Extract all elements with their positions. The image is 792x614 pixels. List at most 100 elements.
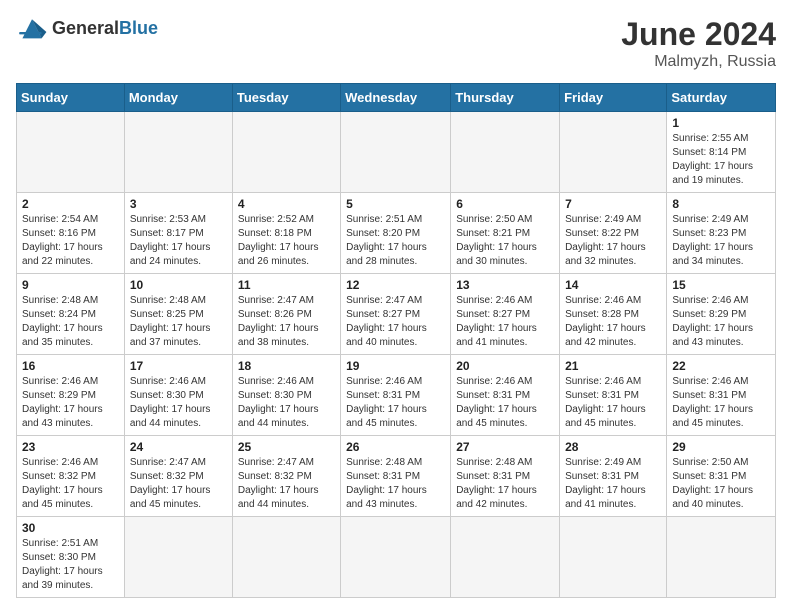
calendar-day-cell: 16 Sunrise: 2:46 AM Sunset: 8:29 PM Dayli… <box>17 355 125 436</box>
day-info: Sunrise: 2:46 AM Sunset: 8:31 PM Dayligh… <box>672 375 770 431</box>
day-info: Sunrise: 2:46 AM Sunset: 8:31 PM Dayligh… <box>346 375 445 431</box>
day-info: Sunrise: 2:46 AM Sunset: 8:29 PM Dayligh… <box>672 294 770 350</box>
calendar-week-row: 2Sunrise: 2:54 AM Sunset: 8:16 PM Daylig… <box>17 193 776 274</box>
logo: GeneralBlue <box>16 16 158 40</box>
calendar-day-cell: 22 Sunrise: 2:46 AM Sunset: 8:31 PM Dayli… <box>667 355 776 436</box>
calendar-day-cell: 5Sunrise: 2:51 AM Sunset: 8:20 PM Daylig… <box>341 193 451 274</box>
calendar-day-cell <box>451 517 560 598</box>
day-number: 30 <box>22 521 119 535</box>
day-info: Sunrise: 2:51 AM Sunset: 8:30 PM Dayligh… <box>22 537 119 593</box>
day-info: Sunrise: 2:46 AM Sunset: 8:31 PM Dayligh… <box>456 375 554 431</box>
day-info: Sunrise: 2:50 AM Sunset: 8:31 PM Dayligh… <box>672 456 770 512</box>
calendar-day-cell: 21Sunrise: 2:46 AM Sunset: 8:31 PM Dayli… <box>560 355 667 436</box>
day-info: Sunrise: 2:46 AM Sunset: 8:27 PM Dayligh… <box>456 294 554 350</box>
day-number: 15 <box>672 278 770 292</box>
calendar-day-cell <box>560 112 667 193</box>
calendar-day-cell: 8 Sunrise: 2:49 AM Sunset: 8:23 PM Daylig… <box>667 193 776 274</box>
day-info: Sunrise: 2:46 AM Sunset: 8:32 PM Dayligh… <box>22 456 119 512</box>
day-number: 16 <box>22 359 119 373</box>
day-info: Sunrise: 2:49 AM Sunset: 8:23 PM Dayligh… <box>672 213 770 269</box>
weekday-header: Tuesday <box>232 84 340 112</box>
calendar-day-cell <box>17 112 125 193</box>
calendar-day-cell <box>232 517 340 598</box>
day-info: Sunrise: 2:55 AM Sunset: 8:14 PM Dayligh… <box>672 132 770 188</box>
day-number: 29 <box>672 440 770 454</box>
day-number: 17 <box>130 359 227 373</box>
calendar-day-cell: 15 Sunrise: 2:46 AM Sunset: 8:29 PM Dayli… <box>667 274 776 355</box>
weekday-header-row: SundayMondayTuesdayWednesdayThursdayFrid… <box>17 84 776 112</box>
calendar-day-cell: 1 Sunrise: 2:55 AM Sunset: 8:14 PM Daylig… <box>667 112 776 193</box>
day-number: 27 <box>456 440 554 454</box>
day-info: Sunrise: 2:51 AM Sunset: 8:20 PM Dayligh… <box>346 213 445 269</box>
day-info: Sunrise: 2:46 AM Sunset: 8:28 PM Dayligh… <box>565 294 661 350</box>
calendar-day-cell: 23 Sunrise: 2:46 AM Sunset: 8:32 PM Dayli… <box>17 436 125 517</box>
calendar-day-cell: 29 Sunrise: 2:50 AM Sunset: 8:31 PM Dayli… <box>667 436 776 517</box>
day-number: 25 <box>238 440 335 454</box>
day-number: 23 <box>22 440 119 454</box>
day-number: 2 <box>22 197 119 211</box>
day-info: Sunrise: 2:46 AM Sunset: 8:30 PM Dayligh… <box>238 375 335 431</box>
calendar-day-cell: 4 Sunrise: 2:52 AM Sunset: 8:18 PM Daylig… <box>232 193 340 274</box>
calendar-day-cell: 28 Sunrise: 2:49 AM Sunset: 8:31 PM Dayli… <box>560 436 667 517</box>
calendar-day-cell: 7 Sunrise: 2:49 AM Sunset: 8:22 PM Daylig… <box>560 193 667 274</box>
day-info: Sunrise: 2:47 AM Sunset: 8:26 PM Dayligh… <box>238 294 335 350</box>
day-number: 10 <box>130 278 227 292</box>
day-info: Sunrise: 2:48 AM Sunset: 8:31 PM Dayligh… <box>346 456 445 512</box>
title-block: June 2024 Malmyzh, Russia <box>621 16 776 71</box>
day-info: Sunrise: 2:49 AM Sunset: 8:31 PM Dayligh… <box>565 456 661 512</box>
day-number: 3 <box>130 197 227 211</box>
day-number: 14 <box>565 278 661 292</box>
day-number: 18 <box>238 359 335 373</box>
weekday-header: Sunday <box>17 84 125 112</box>
day-info: Sunrise: 2:50 AM Sunset: 8:21 PM Dayligh… <box>456 213 554 269</box>
day-number: 8 <box>672 197 770 211</box>
calendar-day-cell: 25 Sunrise: 2:47 AM Sunset: 8:32 PM Dayli… <box>232 436 340 517</box>
day-info: Sunrise: 2:46 AM Sunset: 8:29 PM Dayligh… <box>22 375 119 431</box>
calendar-day-cell: 2Sunrise: 2:54 AM Sunset: 8:16 PM Daylig… <box>17 193 125 274</box>
calendar-day-cell <box>341 517 451 598</box>
day-info: Sunrise: 2:48 AM Sunset: 8:24 PM Dayligh… <box>22 294 119 350</box>
day-number: 24 <box>130 440 227 454</box>
calendar-day-cell <box>124 517 232 598</box>
calendar-day-cell: 17 Sunrise: 2:46 AM Sunset: 8:30 PM Dayli… <box>124 355 232 436</box>
day-number: 7 <box>565 197 661 211</box>
calendar-day-cell: 10Sunrise: 2:48 AM Sunset: 8:25 PM Dayli… <box>124 274 232 355</box>
calendar-day-cell: 19 Sunrise: 2:46 AM Sunset: 8:31 PM Dayli… <box>341 355 451 436</box>
day-number: 19 <box>346 359 445 373</box>
calendar-week-row: 9 Sunrise: 2:48 AM Sunset: 8:24 PM Daylig… <box>17 274 776 355</box>
calendar-title: June 2024 <box>621 16 776 53</box>
weekday-header: Thursday <box>451 84 560 112</box>
calendar-week-row: 16 Sunrise: 2:46 AM Sunset: 8:29 PM Dayli… <box>17 355 776 436</box>
day-info: Sunrise: 2:53 AM Sunset: 8:17 PM Dayligh… <box>130 213 227 269</box>
day-number: 1 <box>672 116 770 130</box>
day-number: 4 <box>238 197 335 211</box>
day-info: Sunrise: 2:46 AM Sunset: 8:30 PM Dayligh… <box>130 375 227 431</box>
calendar-day-cell <box>124 112 232 193</box>
day-number: 28 <box>565 440 661 454</box>
day-number: 22 <box>672 359 770 373</box>
day-info: Sunrise: 2:47 AM Sunset: 8:32 PM Dayligh… <box>238 456 335 512</box>
page-header: GeneralBlue June 2024 Malmyzh, Russia <box>16 16 776 71</box>
calendar-day-cell: 20Sunrise: 2:46 AM Sunset: 8:31 PM Dayli… <box>451 355 560 436</box>
day-info: Sunrise: 2:48 AM Sunset: 8:31 PM Dayligh… <box>456 456 554 512</box>
day-info: Sunrise: 2:52 AM Sunset: 8:18 PM Dayligh… <box>238 213 335 269</box>
day-number: 6 <box>456 197 554 211</box>
weekday-header: Wednesday <box>341 84 451 112</box>
calendar-week-row: 23 Sunrise: 2:46 AM Sunset: 8:32 PM Dayli… <box>17 436 776 517</box>
day-number: 12 <box>346 278 445 292</box>
calendar-day-cell <box>560 517 667 598</box>
calendar-week-row: 1 Sunrise: 2:55 AM Sunset: 8:14 PM Daylig… <box>17 112 776 193</box>
calendar-day-cell: 9 Sunrise: 2:48 AM Sunset: 8:24 PM Daylig… <box>17 274 125 355</box>
calendar-week-row: 30 Sunrise: 2:51 AM Sunset: 8:30 PM Dayli… <box>17 517 776 598</box>
calendar-day-cell: 24Sunrise: 2:47 AM Sunset: 8:32 PM Dayli… <box>124 436 232 517</box>
calendar-day-cell <box>667 517 776 598</box>
day-info: Sunrise: 2:49 AM Sunset: 8:22 PM Dayligh… <box>565 213 661 269</box>
day-number: 11 <box>238 278 335 292</box>
day-number: 26 <box>346 440 445 454</box>
logo-text: GeneralBlue <box>52 18 158 39</box>
weekday-header: Monday <box>124 84 232 112</box>
calendar-day-cell: 3 Sunrise: 2:53 AM Sunset: 8:17 PM Daylig… <box>124 193 232 274</box>
day-number: 13 <box>456 278 554 292</box>
day-number: 9 <box>22 278 119 292</box>
day-info: Sunrise: 2:47 AM Sunset: 8:27 PM Dayligh… <box>346 294 445 350</box>
